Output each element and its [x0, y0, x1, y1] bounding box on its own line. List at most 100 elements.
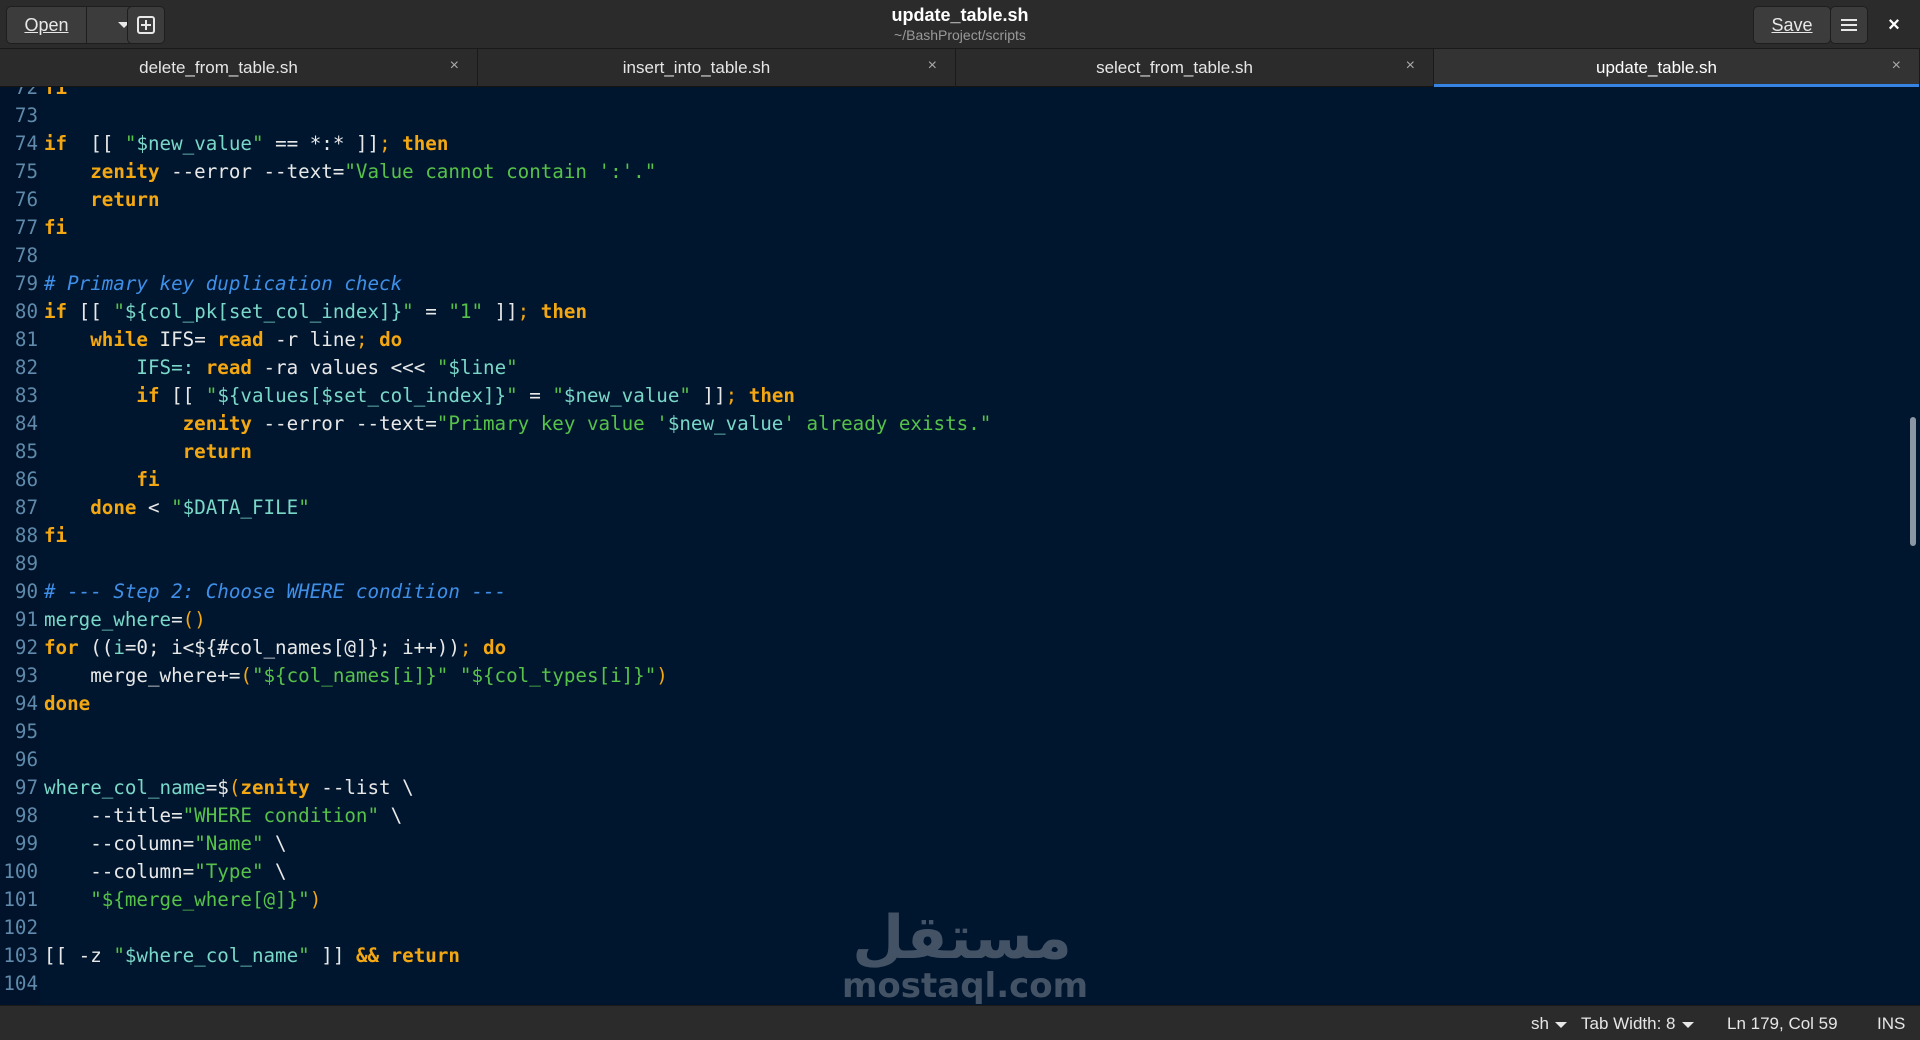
code-token: ${col_pk[set_col_index]} — [124, 300, 403, 323]
code-token: ) — [656, 664, 668, 687]
new-tab-button[interactable] — [127, 6, 165, 44]
line-number: 75 — [14, 160, 38, 183]
code-token: "Primary key value ' — [436, 412, 668, 435]
code-token: "Type" — [194, 860, 264, 883]
code-token: = — [413, 300, 449, 323]
code-token: " — [113, 944, 125, 967]
language-selector[interactable]: sh — [1531, 1014, 1567, 1034]
tab-insert-into-table[interactable]: insert_into_table.sh × — [478, 49, 956, 87]
tab-delete-from-table[interactable]: delete_from_table.sh × — [0, 49, 478, 87]
code-token: --column= — [44, 832, 195, 855]
line-number: 97 — [14, 776, 38, 799]
code-token: ]] — [690, 384, 726, 407]
line-number: 87 — [14, 496, 38, 519]
line-number: 104 — [3, 972, 38, 995]
code-token: if — [136, 384, 160, 407]
code-token: ; — [725, 384, 738, 407]
code-token: --title= — [44, 804, 183, 827]
save-button-label: Save — [1771, 14, 1813, 35]
language-label: sh — [1531, 1014, 1549, 1033]
code-token: ; — [517, 300, 530, 323]
code-token: # Primary key duplication check — [44, 272, 403, 295]
code-token: $line — [448, 356, 507, 379]
code-token: fi — [44, 524, 68, 547]
line-number: 100 — [3, 860, 38, 883]
code-token: $new_value — [667, 412, 784, 435]
code-token: merge_where — [44, 608, 172, 631]
code-token: do — [483, 636, 507, 659]
code-token: ) — [309, 888, 322, 911]
code-token: " — [171, 496, 183, 519]
code-token: $DATA_FILE — [182, 496, 299, 519]
code-token: " — [251, 132, 264, 155]
tab-update-table[interactable]: update_table.sh × — [1434, 49, 1920, 87]
code-text: IFS=: read -ra values <<< "$line" — [44, 354, 517, 382]
code-token: ${values[$set_col_index]} — [217, 384, 507, 407]
scrollbar-thumb[interactable] — [1910, 417, 1916, 546]
code-token: zenity — [182, 412, 252, 435]
code-text: for ((i=0; i<${#col_names[@]}; i++)); do — [44, 634, 506, 662]
line-number: 93 — [14, 664, 38, 687]
code-text: zenity --error --text="Value cannot cont… — [44, 158, 656, 186]
code-token: zenity — [240, 776, 310, 799]
tab-select-from-table[interactable]: select_from_table.sh × — [956, 49, 1434, 87]
code-text: --title="WHERE condition" \ — [44, 802, 402, 830]
cursor-position[interactable]: Ln 179, Col 59 — [1727, 1014, 1838, 1034]
code-token: then — [402, 132, 449, 155]
line-number: 83 — [14, 384, 38, 407]
code-text: fi — [44, 87, 67, 102]
insert-mode-label: INS — [1877, 1014, 1906, 1033]
code-token: $where_col_name — [124, 944, 299, 967]
tab-label: update_table.sh — [1596, 58, 1717, 77]
code-token: done — [44, 692, 91, 715]
code-token: "1" — [448, 300, 484, 323]
code-token: \ — [379, 804, 403, 827]
insert-mode-indicator: INS — [1877, 1014, 1905, 1034]
code-token: read — [217, 328, 264, 351]
code-text: # Primary key duplication check — [44, 270, 402, 298]
tab-label: delete_from_table.sh — [139, 58, 298, 77]
code-token: merge_where+= — [44, 664, 241, 687]
vertical-scrollbar[interactable] — [1906, 87, 1920, 1005]
watermark-arabic: مستقل — [852, 903, 1072, 973]
code-text: --column="Type" \ — [44, 858, 287, 886]
open-button[interactable]: Open — [7, 7, 87, 43]
mostaql-watermark: مستقل mostaql.com — [842, 903, 1088, 1004]
line-number: 101 — [3, 888, 38, 911]
code-token: ; — [459, 636, 472, 659]
code-text: if [[ "${values[$set_col_index]}" = "$ne… — [44, 382, 795, 410]
tab-close-icon[interactable]: × — [1406, 57, 1415, 75]
code-token: \ — [263, 860, 287, 883]
code-editor[interactable]: 72 fi 73 74 if [[ "$new_value" == *:* ]]; th… — [0, 87, 1906, 1005]
code-text: merge_where=() — [44, 606, 206, 634]
code-token: then — [540, 300, 588, 323]
code-token: " — [124, 132, 137, 155]
code-token: --column= — [44, 860, 195, 883]
code-token: " — [298, 944, 310, 967]
code-token: == *:* ]] — [263, 132, 380, 155]
code-token: [[ — [67, 132, 125, 155]
tab-label: select_from_table.sh — [1096, 58, 1253, 77]
main-menu-button[interactable] — [1830, 6, 1868, 44]
code-text: [[ -z "$where_col_name" ]] && return — [44, 942, 460, 970]
line-number: 80 — [14, 300, 38, 323]
code-text: fi — [44, 214, 67, 242]
tab-close-icon[interactable]: × — [450, 57, 459, 75]
window-title-area: update_table.sh ~/BashProject/scripts — [760, 4, 1160, 44]
close-window-button[interactable]: × — [1878, 10, 1910, 40]
code-token: fi — [136, 468, 160, 491]
code-token: fi — [44, 216, 68, 239]
tab-close-icon[interactable]: × — [1892, 57, 1901, 75]
save-button[interactable]: Save — [1753, 6, 1831, 44]
tab-width-selector[interactable]: Tab Width: 8 — [1581, 1014, 1694, 1034]
code-text: if [[ "$new_value" == *:* ]]; then — [44, 130, 448, 158]
line-number: 73 — [14, 104, 38, 127]
window-title: update_table.sh — [891, 5, 1029, 25]
tab-close-icon[interactable]: × — [928, 57, 937, 75]
